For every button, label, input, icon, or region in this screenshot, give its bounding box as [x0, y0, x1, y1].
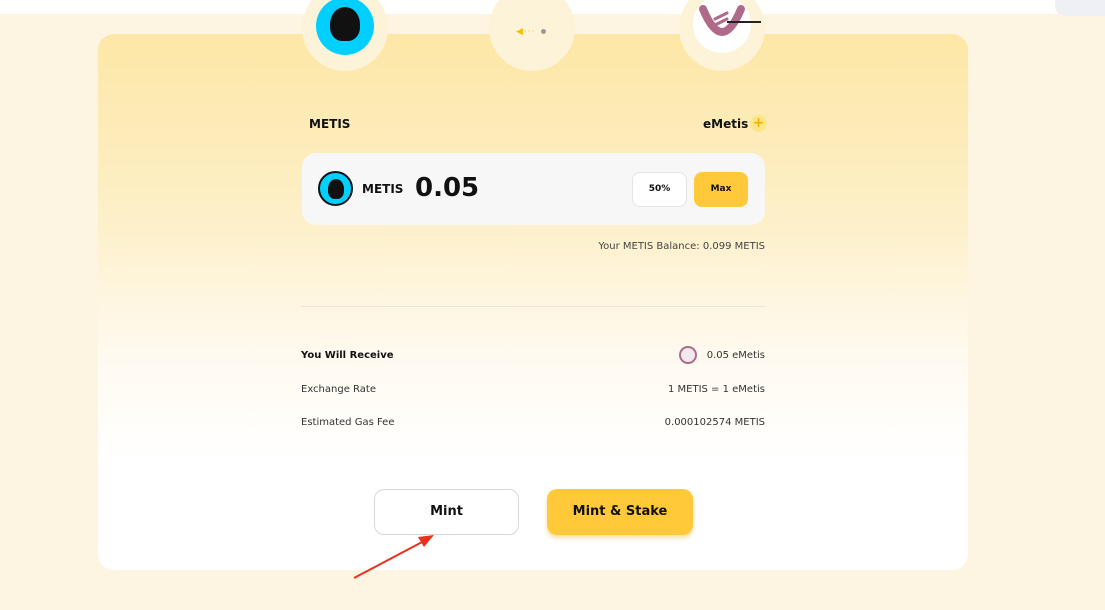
annotation-arrow-icon [353, 535, 434, 579]
